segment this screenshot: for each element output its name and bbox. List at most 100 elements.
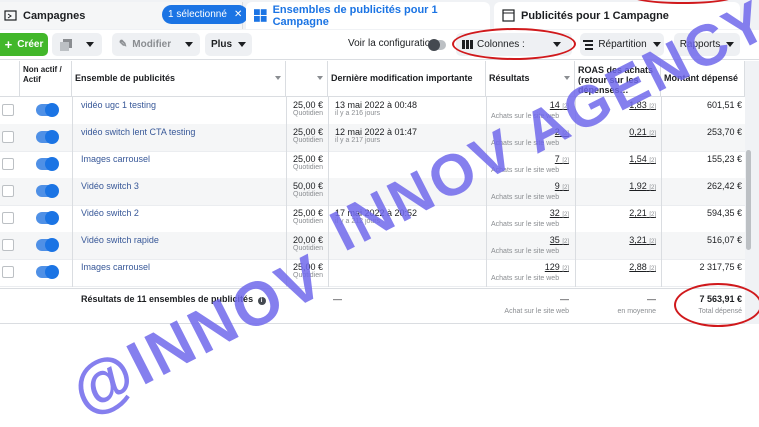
- row-name-cell: Vidéo switch 2: [78, 205, 284, 233]
- row-spent-cell: 262,42 €: [663, 178, 745, 206]
- row-change-ago: il y a 216 jours: [335, 110, 381, 117]
- column-results-label: Résultats: [489, 73, 530, 83]
- column-ad-set[interactable]: Ensemble de publicités: [72, 61, 286, 97]
- breakdown-icon: [583, 39, 594, 50]
- row-budget-type: Quotidien: [293, 191, 323, 198]
- row-checkbox[interactable]: [2, 104, 14, 116]
- row-status-toggle[interactable]: [36, 184, 59, 198]
- column-last-change[interactable]: Dernière modification importante: [328, 61, 486, 97]
- footnote-mark: [2]: [649, 158, 656, 164]
- row-status-toggle[interactable]: [36, 130, 59, 144]
- row-roas-cell: 3,21 [2]: [577, 232, 659, 260]
- column-budget[interactable]: [286, 61, 328, 97]
- table-row[interactable]: vidéo switch lent CTA testing 25,00 € Quot…: [0, 124, 745, 152]
- grid-icon: [254, 9, 267, 22]
- selected-badge[interactable]: 1 sélectionné ✕: [162, 5, 249, 24]
- row-spent-cell: 253,70 €: [663, 124, 745, 152]
- row-status-toggle[interactable]: [36, 238, 59, 252]
- row-status-toggle[interactable]: [36, 157, 59, 171]
- row-spent: 2 317,75 €: [699, 262, 742, 272]
- row-roas-cell: 2,88 [2]: [577, 259, 659, 287]
- row-results-type: Achats sur le site web: [491, 248, 560, 255]
- footnote-mark: [2]: [562, 239, 569, 245]
- create-button[interactable]: + Créer: [0, 33, 48, 56]
- edit-label: Modifier: [132, 39, 172, 50]
- plus-icon: +: [4, 37, 13, 52]
- row-roas[interactable]: 1,92 [2]: [580, 181, 656, 191]
- footnote-mark: [2]: [562, 266, 569, 272]
- totals-results-type: Achat sur le site web: [504, 308, 569, 315]
- row-results[interactable]: 129 [2]: [491, 262, 569, 272]
- column-ad-set-label: Ensemble de publicités: [75, 73, 176, 83]
- footnote-mark: [2]: [562, 185, 569, 191]
- row-spent-cell: 2 317,75 €: [663, 259, 745, 287]
- row-results-cell: 35 [2] Achats sur le site web: [488, 232, 572, 260]
- row-checkbox[interactable]: [2, 131, 14, 143]
- annotation-circle-columns: [452, 28, 576, 60]
- row-budget-cell: 25,00 € Quotidien: [286, 97, 326, 125]
- more-button[interactable]: Plus: [205, 33, 252, 56]
- tab-ad-sets[interactable]: Ensembles de publicités pour 1 Campagne: [246, 2, 490, 29]
- ad-set-name-link[interactable]: Vidéo switch 3: [81, 181, 139, 191]
- row-checkbox[interactable]: [2, 212, 14, 224]
- folder-icon: [4, 10, 17, 21]
- row-results[interactable]: 35 [2]: [491, 235, 569, 245]
- column-status[interactable]: Non actif / Actif: [20, 61, 72, 97]
- totals-results-dash: —: [560, 294, 569, 304]
- ad-set-name-link[interactable]: Images carrousel: [81, 154, 150, 164]
- row-name-cell: Images carrousel: [78, 151, 284, 179]
- row-budget: 25,00 €: [292, 154, 323, 164]
- row-budget: 25,00 €: [292, 100, 323, 110]
- row-roas-cell: 1,92 [2]: [577, 178, 659, 206]
- row-checkbox[interactable]: [2, 239, 14, 251]
- ad-set-name-link[interactable]: Images carrousel: [81, 262, 150, 272]
- row-name-cell: vidéo switch lent CTA testing: [78, 124, 284, 152]
- totals-roas: — en moyenne: [577, 291, 659, 319]
- close-icon[interactable]: ✕: [234, 9, 242, 20]
- row-status-toggle[interactable]: [36, 211, 59, 225]
- ad-set-name-link[interactable]: vidéo switch lent CTA testing: [81, 127, 195, 137]
- row-status-toggle[interactable]: [36, 265, 59, 279]
- ad-set-name-link[interactable]: Vidéo switch rapide: [81, 235, 159, 245]
- ad-set-name-link[interactable]: vidéo ugc 1 testing: [81, 100, 156, 110]
- row-checkbox[interactable]: [2, 158, 14, 170]
- row-results-cell: 32 [2] Achats sur le site web: [488, 205, 572, 233]
- row-status-toggle[interactable]: [36, 103, 59, 117]
- footnote-mark: [2]: [649, 185, 656, 191]
- chevron-down-icon: [185, 42, 194, 47]
- totals-results: — Achat sur le site web: [488, 291, 572, 319]
- row-roas[interactable]: 2,21 [2]: [580, 208, 656, 218]
- row-checkbox[interactable]: [2, 266, 14, 278]
- view-config-toggle[interactable]: [428, 39, 446, 51]
- edit-button[interactable]: ✎ Modifier: [112, 33, 200, 56]
- row-spent: 601,51 €: [706, 100, 742, 110]
- column-divider: [661, 97, 662, 287]
- row-name-cell: vidéo ugc 1 testing: [78, 97, 284, 125]
- row-budget-cell: 25,00 € Quotidien: [286, 124, 326, 152]
- row-checkbox[interactable]: [2, 185, 14, 197]
- row-budget-type: Quotidien: [293, 164, 323, 171]
- column-divider: [72, 97, 73, 287]
- chevron-down-icon: [86, 42, 94, 47]
- row-change: 13 mai 2022 à 00:48: [335, 100, 418, 110]
- row-results[interactable]: 32 [2]: [491, 208, 569, 218]
- row-roas[interactable]: 1,54 [2]: [580, 154, 656, 164]
- row-budget: 25,00 €: [292, 127, 323, 137]
- selected-badge-label: 1 sélectionné: [168, 9, 227, 20]
- row-budget: 50,00 €: [292, 181, 323, 191]
- row-budget-cell: 25,00 € Quotidien: [286, 151, 326, 179]
- ad-set-name-link[interactable]: Vidéo switch 2: [81, 208, 139, 218]
- row-budget-type: Quotidien: [293, 137, 323, 144]
- row-results-cell: 129 [2] Achats sur le site web: [488, 259, 572, 287]
- row-roas[interactable]: 2,88 [2]: [580, 262, 656, 272]
- row-roas[interactable]: 3,21 [2]: [580, 235, 656, 245]
- duplicate-button[interactable]: [52, 33, 102, 56]
- table-row[interactable]: Images carrousel 25,00 € Quotidien 7 [2] Ach…: [0, 151, 745, 179]
- select-all-column[interactable]: [0, 61, 20, 97]
- annotation-circle-total: [674, 283, 759, 327]
- tab-campaigns-label: Campagnes: [23, 9, 86, 22]
- row-results-type: Achats sur le site web: [491, 275, 560, 282]
- row-results-type: Achats sur le site web: [491, 194, 560, 201]
- scrollbar[interactable]: [746, 150, 751, 250]
- table-row[interactable]: Images carrousel 25,00 € Quotidien 129 [2] A…: [0, 259, 745, 287]
